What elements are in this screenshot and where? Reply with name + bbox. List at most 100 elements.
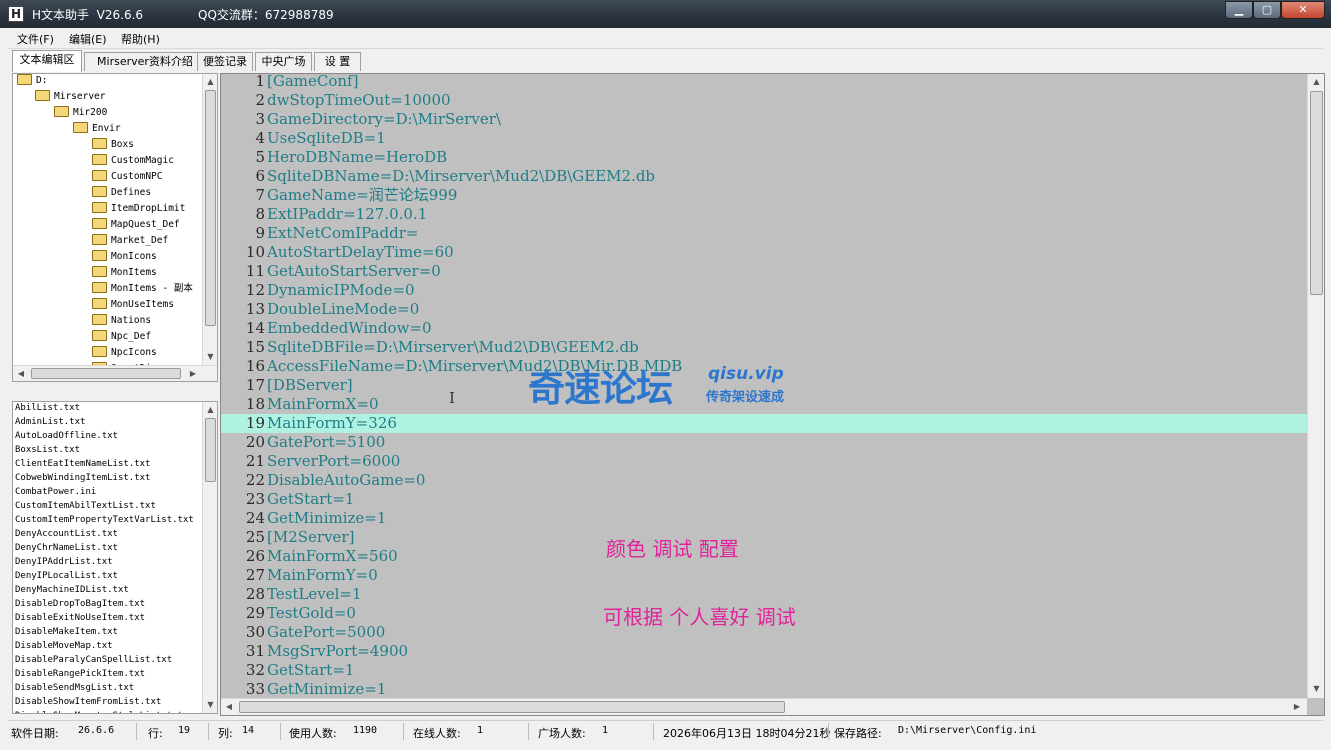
code-line[interactable]: 26 MainFormX=560: [221, 547, 1307, 566]
file-list-item[interactable]: DenyMachineIDList.txt: [15, 583, 129, 597]
editor-vertical-scrollbar[interactable]: ▲ ▼: [1307, 74, 1324, 698]
tree-item[interactable]: Mir200: [54, 105, 107, 121]
tree-item[interactable]: NpcIcons: [92, 345, 157, 361]
tree-item[interactable]: Market_Def: [92, 233, 168, 249]
code-line[interactable]: 7 GameName=润芒论坛999: [221, 186, 1307, 205]
file-list-item[interactable]: AdminList.txt: [15, 415, 85, 429]
code-line[interactable]: 25 [M2Server]: [221, 528, 1307, 547]
tab-mirserver-info[interactable]: Mirserver资料介绍: [84, 52, 206, 71]
file-list-item[interactable]: DisableMakeItem.txt: [15, 625, 118, 639]
code-line[interactable]: 32 GetStart=1: [221, 661, 1307, 680]
file-list-item[interactable]: AutoLoadOffline.txt: [15, 429, 118, 443]
scroll-thumb[interactable]: [239, 701, 785, 713]
tab-notes[interactable]: 便签记录: [197, 52, 253, 71]
code-line[interactable]: 11 GetAutoStartServer=0: [221, 262, 1307, 281]
tree-item[interactable]: MonUseItems: [92, 297, 174, 313]
line-text[interactable]: GetStart=1: [267, 490, 354, 509]
code-line[interactable]: 2 dwStopTimeOut=10000: [221, 91, 1307, 110]
file-list-item[interactable]: DisableParalyCanSpellList.txt: [15, 653, 172, 667]
tree-item[interactable]: Defines: [92, 185, 151, 201]
file-list-item[interactable]: CustomItemAbilTextList.txt: [15, 499, 156, 513]
file-list-item[interactable]: DenyIPAddrList.txt: [15, 555, 113, 569]
scroll-left-arrow-icon[interactable]: ◀: [13, 366, 29, 381]
menu-file[interactable]: 文件(F): [17, 31, 54, 47]
code-line[interactable]: 6 SqliteDBName=D:\Mirserver\Mud2\DB\GEEM2…: [221, 167, 1307, 186]
line-text[interactable]: GetMinimize=1: [267, 509, 386, 528]
line-text[interactable]: ExtNetComIPaddr=: [267, 224, 418, 243]
line-text[interactable]: GatePort=5100: [267, 433, 385, 452]
line-text[interactable]: ServerPort=6000: [267, 452, 400, 471]
tree-item[interactable]: MonIcons: [92, 249, 157, 265]
code-line[interactable]: 1 [GameConf]: [221, 74, 1307, 91]
code-line[interactable]: 31 MsgSrvPort=4900: [221, 642, 1307, 661]
scroll-right-arrow-icon[interactable]: ▶: [1289, 699, 1305, 715]
line-text[interactable]: MainFormY=326: [267, 414, 397, 433]
code-line[interactable]: 33 GetMinimize=1: [221, 680, 1307, 699]
code-line[interactable]: 12 DynamicIPMode=0: [221, 281, 1307, 300]
code-line[interactable]: 22 DisableAutoGame=0: [221, 471, 1307, 490]
tree-item[interactable]: Nations: [92, 313, 151, 329]
line-text[interactable]: TestLevel=1: [267, 585, 362, 604]
file-list-item[interactable]: CombatPower.ini: [15, 485, 96, 499]
menu-edit[interactable]: 编辑(E): [69, 31, 107, 47]
line-text[interactable]: GameDirectory=D:\MirServer\: [267, 110, 501, 129]
code-line[interactable]: 21 ServerPort=6000: [221, 452, 1307, 471]
line-text[interactable]: UseSqliteDB=1: [267, 129, 386, 148]
file-list-item[interactable]: DisableShowItemFromList.txt: [15, 695, 161, 709]
line-text[interactable]: DynamicIPMode=0: [267, 281, 415, 300]
scroll-thumb[interactable]: [205, 418, 216, 482]
maximize-button[interactable]: ▢: [1253, 1, 1281, 19]
menu-help[interactable]: 帮助(H): [121, 31, 160, 47]
tree-item[interactable]: Mirserver: [35, 89, 105, 105]
tree-item[interactable]: MonItems - 副本: [92, 281, 193, 297]
scroll-up-arrow-icon[interactable]: ▲: [1308, 74, 1324, 90]
line-text[interactable]: GameName=润芒论坛999: [267, 186, 457, 205]
line-text[interactable]: dwStopTimeOut=10000: [267, 91, 451, 110]
file-list-item[interactable]: DenyChrNameList.txt: [15, 541, 118, 555]
scroll-right-arrow-icon[interactable]: ▶: [185, 366, 201, 381]
line-text[interactable]: SqliteDBFile=D:\Mirserver\Mud2\DB\GEEM2.…: [267, 338, 639, 357]
line-text[interactable]: ExtIPaddr=127.0.0.1: [267, 205, 427, 224]
scroll-down-arrow-icon[interactable]: ▼: [1308, 681, 1324, 697]
code-line[interactable]: 9 ExtNetComIPaddr=: [221, 224, 1307, 243]
tree-item[interactable]: CustomMagic: [92, 153, 174, 169]
minimize-button[interactable]: ▁: [1225, 1, 1253, 19]
code-line[interactable]: 13 DoubleLineMode=0: [221, 300, 1307, 319]
scroll-thumb[interactable]: [205, 90, 216, 326]
file-list-item[interactable]: CustomItemPropertyTextVarList.txt: [15, 513, 194, 527]
scroll-down-arrow-icon[interactable]: ▼: [203, 697, 217, 713]
tree-item[interactable]: Boxs: [92, 137, 134, 153]
code-line[interactable]: 8 ExtIPaddr=127.0.0.1: [221, 205, 1307, 224]
line-text[interactable]: AutoStartDelayTime=60: [267, 243, 454, 262]
file-list-item[interactable]: CobwebWindingItemList.txt: [15, 471, 150, 485]
file-list-item[interactable]: DisableExitNoUseItem.txt: [15, 611, 145, 625]
tab-text-editor[interactable]: 文本编辑区: [12, 50, 82, 72]
scroll-up-arrow-icon[interactable]: ▲: [203, 402, 217, 418]
line-text[interactable]: [DBServer]: [267, 376, 353, 395]
file-list-item[interactable]: DenyAccountList.txt: [15, 527, 118, 541]
line-text[interactable]: [GameConf]: [267, 74, 358, 91]
tree-item[interactable]: MapQuest_Def: [92, 217, 180, 233]
line-text[interactable]: GetAutoStartServer=0: [267, 262, 441, 281]
tree-item[interactable]: D:: [17, 74, 47, 89]
scroll-thumb[interactable]: [31, 368, 181, 379]
code-line[interactable]: 10 AutoStartDelayTime=60: [221, 243, 1307, 262]
file-list-item[interactable]: DisableDropToBagItem.txt: [15, 597, 145, 611]
line-text[interactable]: [M2Server]: [267, 528, 354, 547]
line-text[interactable]: GatePort=5000: [267, 623, 385, 642]
file-list-item[interactable]: DisableShowMonsterStyleList.txt: [15, 709, 183, 713]
file-list-item[interactable]: DisableMoveMap.txt: [15, 639, 113, 653]
tree-item[interactable]: Envir: [73, 121, 121, 137]
line-text[interactable]: MainFormX=0: [267, 395, 379, 414]
line-text[interactable]: SqliteDBName=D:\Mirserver\Mud2\DB\GEEM2.…: [267, 167, 655, 186]
tree-item[interactable]: ItemDropLimit: [92, 201, 185, 217]
tree-horizontal-scrollbar[interactable]: ◀ ▶: [13, 365, 217, 381]
tree-item[interactable]: Npc_Def: [92, 329, 151, 345]
file-list-item[interactable]: DisableSendMsgList.txt: [15, 681, 134, 695]
editor-horizontal-scrollbar[interactable]: ◀ ▶: [221, 698, 1307, 715]
code-line[interactable]: 24 GetMinimize=1: [221, 509, 1307, 528]
tree-item[interactable]: CustomNPC: [92, 169, 162, 185]
file-list-item[interactable]: BoxsList.txt: [15, 443, 80, 457]
line-text[interactable]: MainFormX=560: [267, 547, 398, 566]
code-line[interactable]: 3 GameDirectory=D:\MirServer\: [221, 110, 1307, 129]
